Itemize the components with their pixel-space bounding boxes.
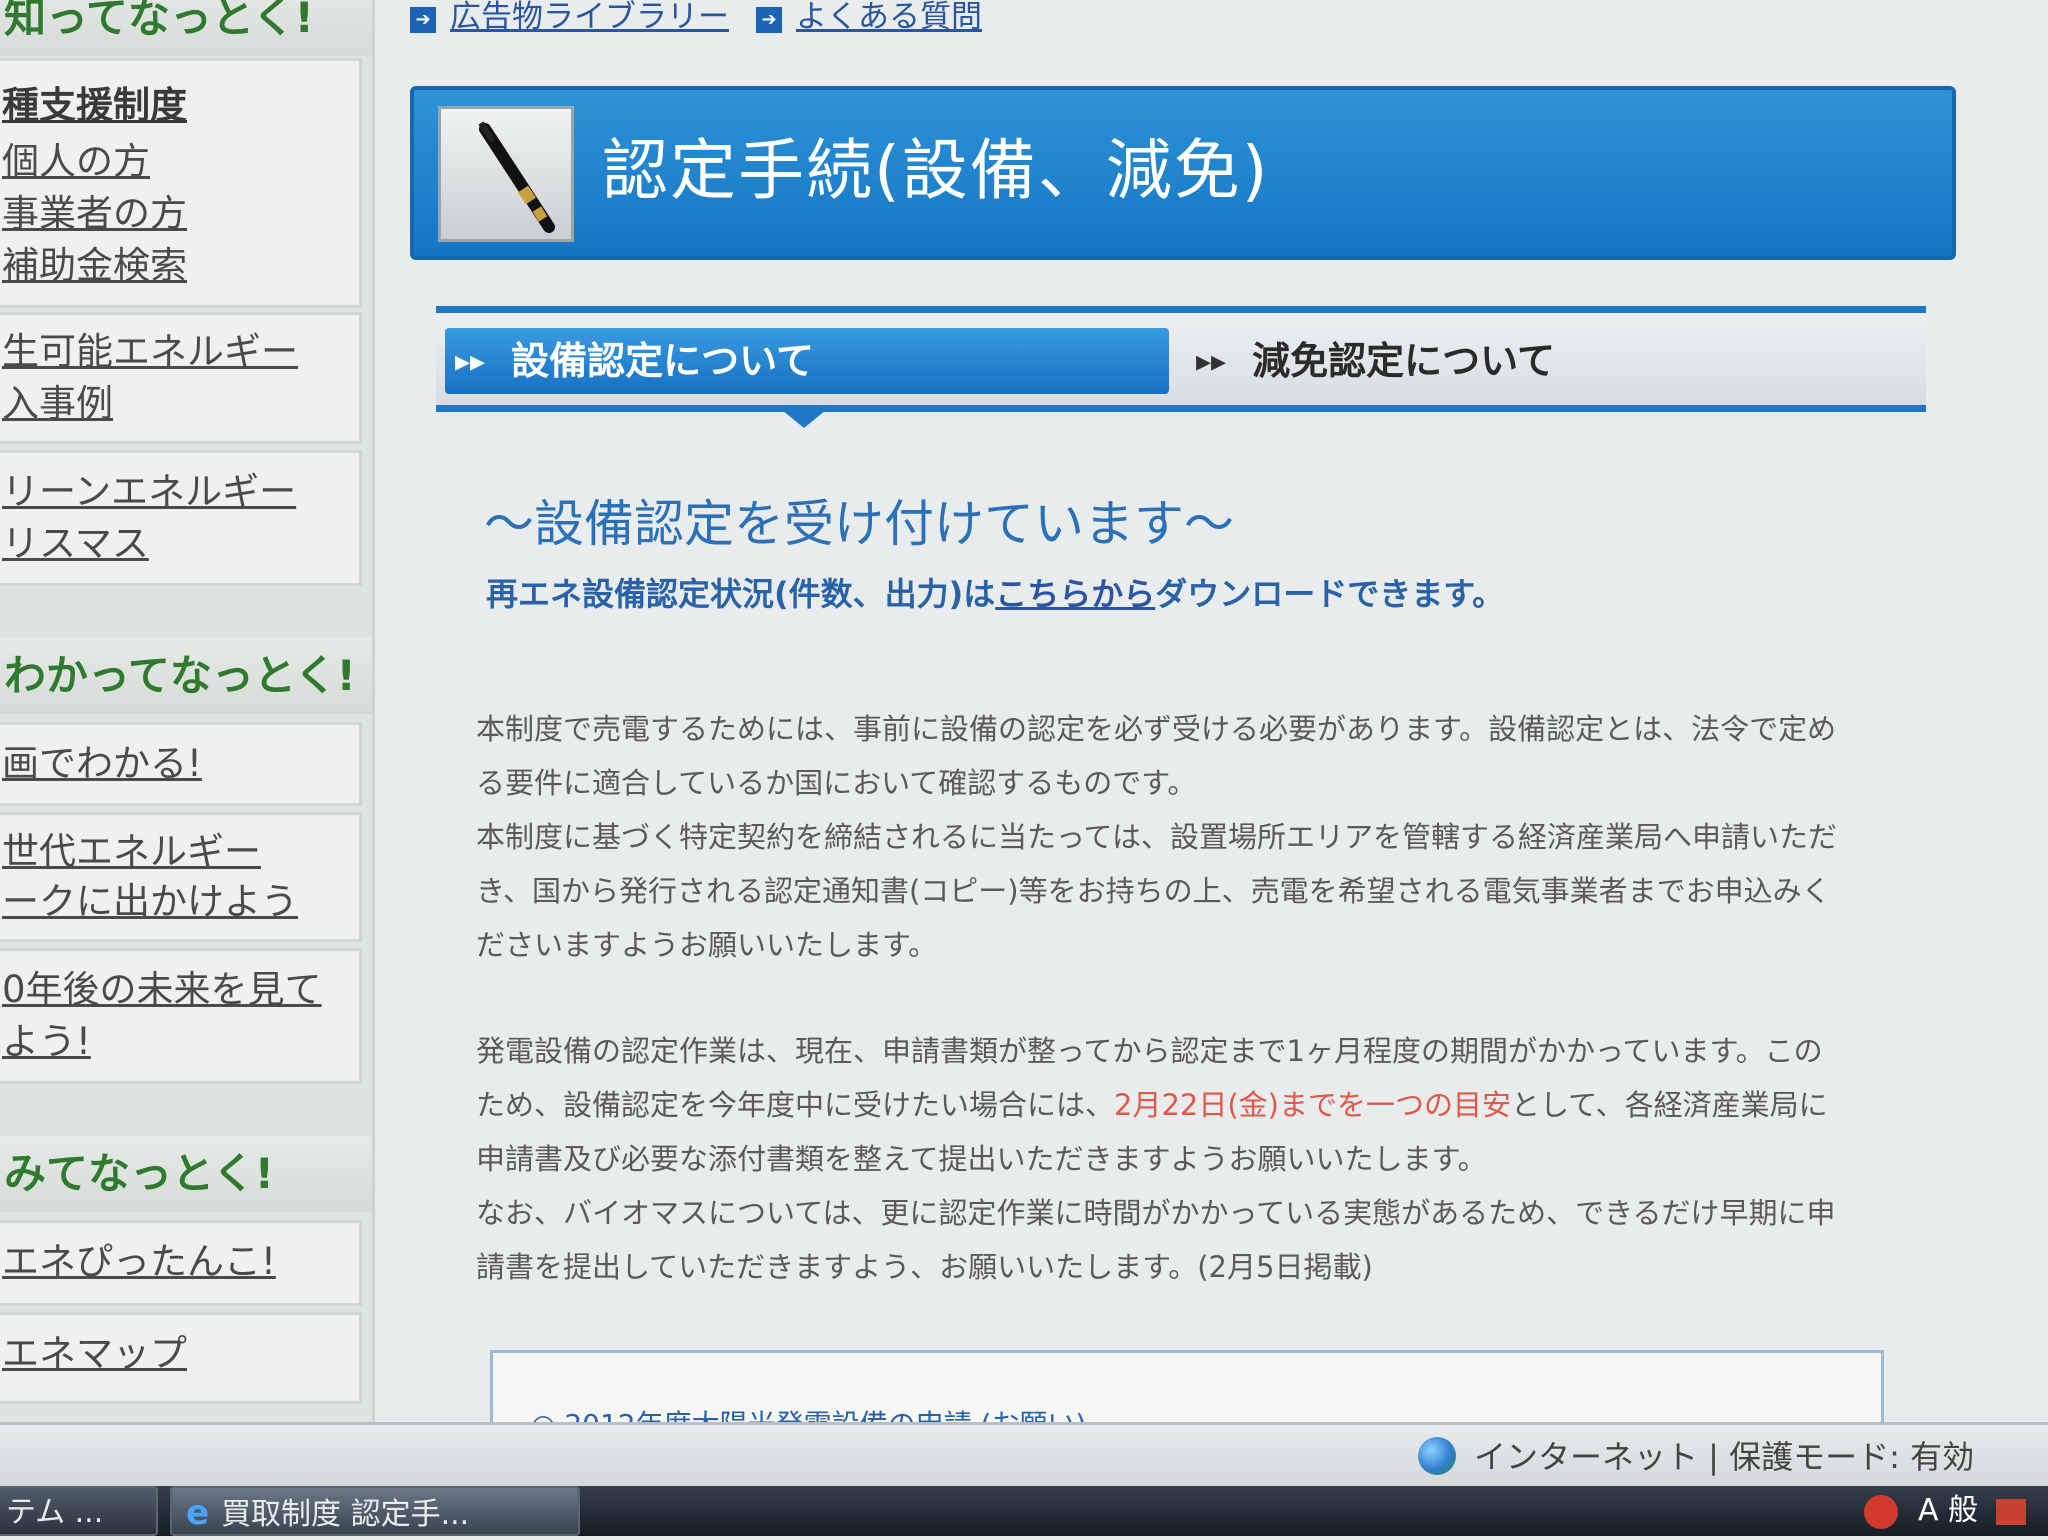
top-link-ad-library[interactable]: ➔ 広告物ライブラリー	[410, 0, 729, 38]
sidebar-link-future-2[interactable]: よう!	[2, 1017, 91, 1067]
double-chevron-right-icon: ▸▸	[1196, 344, 1227, 379]
flag-icon[interactable]	[1996, 1498, 2027, 1525]
sidebar-heading-2: わかってなっとく!	[0, 638, 372, 714]
tab-bar: ▸▸ 設備認定について ▸▸ 減免認定について	[436, 306, 1926, 412]
sidebar-link-renewable[interactable]: 生可能エネルギー	[2, 327, 298, 377]
sidebar-link-park[interactable]: ークに出かけよう	[2, 877, 298, 927]
sidebar-link-individuals[interactable]: 個人の方	[2, 137, 150, 187]
taskbar: テム ... e 買取制度 認定手... A 般	[0, 1486, 2048, 1536]
arrow-right-icon: ➔	[410, 7, 436, 33]
tray-app-icon[interactable]	[1864, 1494, 1898, 1529]
taskbar-item-browser[interactable]: e 買取制度 認定手...	[170, 1486, 580, 1536]
sidebar-box-pittanko: エネぴったんこ!	[0, 1220, 362, 1306]
active-tab-pointer	[782, 410, 826, 428]
tab-equipment-certification[interactable]: ▸▸ 設備認定について	[445, 328, 1169, 394]
internet-explorer-icon: e	[186, 1493, 210, 1533]
download-link[interactable]: こちらから	[995, 575, 1155, 613]
sidebar-box-map: エネマップ	[0, 1312, 362, 1404]
sidebar-link-future[interactable]: 0年後の未来を見て	[2, 965, 322, 1015]
fountain-pen-icon	[438, 106, 574, 242]
taskbar-item-1[interactable]: テム ...	[0, 1486, 158, 1536]
sidebar-heading-1: 知ってなっとく!	[0, 0, 372, 56]
sidebar-link-nextgen[interactable]: 世代エネルギー	[2, 827, 261, 877]
download-notice: 再エネ設備認定状況(件数、出力)はこちらからダウンロードできます。	[486, 575, 1505, 613]
tab-reduction-certification[interactable]: ▸▸ 減免認定について	[1186, 328, 1886, 394]
sidebar-link-pittanko[interactable]: エネぴったんこ!	[2, 1237, 276, 1287]
sidebar-box-green: リーンエネルギー リスマス	[0, 450, 362, 586]
sidebar-box-nextgen: 世代エネルギー ークに出かけよう	[0, 812, 362, 942]
sidebar-link-map[interactable]: エネマップ	[2, 1329, 187, 1379]
sidebar: 知ってなっとく! 種支援制度 個人の方 事業者の方 補助金検索 生可能エネルギー…	[0, 0, 375, 1422]
top-link-faq[interactable]: ➔ よくある質問	[756, 0, 982, 38]
section-headline: 〜設備認定を受け付けています〜	[484, 495, 1234, 553]
sidebar-link-businesses[interactable]: 事業者の方	[2, 189, 187, 239]
arrow-right-icon: ➔	[756, 7, 782, 33]
sidebar-link-christmas[interactable]: リスマス	[2, 519, 149, 569]
sidebar-box-support: 種支援制度 個人の方 事業者の方 補助金検索	[0, 58, 362, 308]
browser-status-bar: インターネット | 保護モード: 有効	[0, 1422, 2048, 1486]
sidebar-link-video[interactable]: 画でわかる!	[2, 739, 202, 789]
status-zone-text: インターネット | 保護モード: 有効	[1474, 1438, 1975, 1476]
sidebar-link-cases[interactable]: 入事例	[2, 379, 113, 429]
sidebar-box-cases: 生可能エネルギー 入事例	[0, 312, 362, 444]
paragraph-certification-info: 本制度で売電するためには、事前に設備の認定を必ず受ける必要があります。設備認定と…	[476, 712, 1837, 962]
sidebar-link-green-energy[interactable]: リーンエネルギー	[2, 467, 296, 517]
page-title: 認定手続(設備、減免)	[602, 132, 1270, 209]
sidebar-box-future: 0年後の未来を見て よう!	[0, 948, 362, 1084]
system-tray: A 般	[1808, 1486, 2048, 1536]
sidebar-box-video: 画でわかる!	[0, 722, 362, 806]
paragraph-processing-notice: 発電設備の認定作業は、現在、申請書類が整ってから認定まで1ヶ月程度の期間がかかっ…	[476, 1034, 1836, 1284]
ime-indicator[interactable]: A 般	[1918, 1493, 1978, 1528]
globe-icon	[1418, 1437, 1456, 1475]
page-banner: 認定手続(設備、減免)	[410, 86, 1956, 260]
sidebar-link-subsidy-search[interactable]: 補助金検索	[2, 241, 187, 291]
double-chevron-right-icon: ▸▸	[455, 344, 486, 379]
deadline-highlight: 2月22日(金)までを一つの目安	[1114, 1088, 1511, 1122]
sidebar-link-support-system[interactable]: 種支援制度	[2, 81, 187, 131]
sidebar-heading-3: みてなっとく!	[0, 1136, 372, 1212]
